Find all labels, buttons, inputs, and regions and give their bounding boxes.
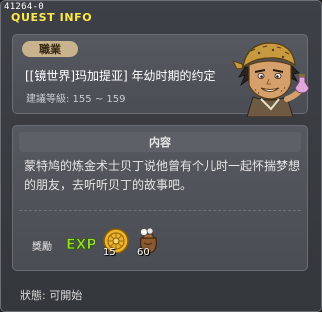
job-badge: 職業 bbox=[22, 41, 78, 57]
coin-reward-count: 15 bbox=[103, 247, 116, 258]
quest-description: 蒙特鸠的炼金术士贝丁说他曾有个儿时一起怀揣梦想的朋友，去听听贝丁的故事吧。 bbox=[24, 159, 301, 192]
exp-icon: EXP bbox=[66, 237, 95, 254]
reward-label: 獎勵 bbox=[32, 242, 52, 253]
divider bbox=[19, 210, 301, 211]
quest-name: [[镜世界]玛加提亚] 年幼时期的约定 bbox=[25, 69, 216, 83]
npc-portrait-icon bbox=[232, 42, 310, 117]
level-requirement: 建議等級: 155 ~ 159 bbox=[26, 94, 126, 105]
svg-text:EXP: EXP bbox=[66, 237, 95, 253]
quest-info-window: 41264-0 QUEST INFO 職業 [[镜世界]玛加提亚] 年幼时期的约… bbox=[0, 0, 322, 312]
content-header: 内容 bbox=[19, 132, 301, 152]
quest-header-panel: 職業 [[镜世界]玛加提亚] 年幼时期的约定 建議等級: 155 ~ 159 bbox=[12, 34, 310, 117]
bag-reward-count: 60 bbox=[137, 247, 150, 258]
quest-status: 狀態: 可開始 bbox=[20, 289, 83, 302]
window-title: QUEST INFO bbox=[11, 11, 93, 24]
quest-content-panel: 内容 蒙特鸠的炼金术士贝丁说他曾有个儿时一起怀揣梦想的朋友，去听听贝丁的故事吧。… bbox=[12, 125, 308, 271]
